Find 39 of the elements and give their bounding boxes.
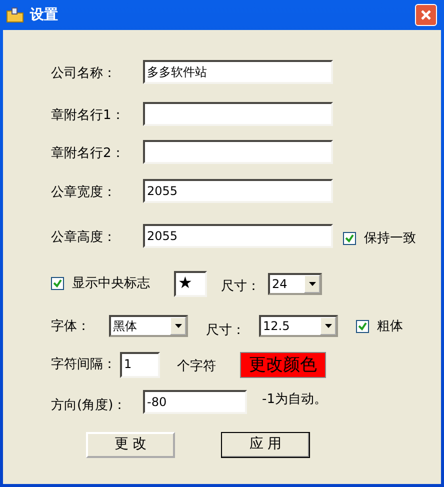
checkbox-label: 粗体 xyxy=(377,318,403,336)
checkbox[interactable] xyxy=(356,320,369,333)
field-label: 公司名称： xyxy=(51,65,117,84)
input-field[interactable]: 多多软件站 xyxy=(143,60,333,84)
font-label: 字体： xyxy=(51,318,91,336)
input-field[interactable] xyxy=(143,102,333,126)
spacing-label: 字符间隔： xyxy=(51,356,116,374)
input-field[interactable]: 2055 xyxy=(143,224,333,248)
close-button[interactable] xyxy=(415,4,437,26)
symbol-field[interactable]: ★ xyxy=(174,270,207,296)
unit-label: 个字符 xyxy=(177,358,216,376)
color-button[interactable]: 更改颜色 xyxy=(240,352,326,378)
field-label: 章附名行1： xyxy=(51,107,126,126)
close-icon xyxy=(420,9,432,21)
dialog-button[interactable]: 应 用 xyxy=(221,432,310,458)
dialog-button[interactable]: 更 改 xyxy=(86,432,175,458)
input-field[interactable] xyxy=(143,140,333,164)
caret-icon xyxy=(174,324,182,328)
caret-icon xyxy=(308,282,316,286)
dropdown[interactable]: 黑体 xyxy=(109,315,188,338)
size-label: 尺寸： xyxy=(206,322,245,340)
input-field[interactable]: 2055 xyxy=(143,179,333,203)
checkbox-label: 显示中央标志 xyxy=(72,274,150,293)
dropdown[interactable]: 24 xyxy=(268,272,322,294)
field-label: 公章宽度： xyxy=(51,184,117,202)
hint-text: -1为自动。 xyxy=(262,391,327,409)
folder-icon xyxy=(6,7,24,23)
checkbox[interactable] xyxy=(51,277,64,290)
checkbox-label: 保持一致 xyxy=(364,230,416,248)
direction-label: 方向(角度)： xyxy=(51,397,128,415)
input-field[interactable]: -80 xyxy=(143,390,247,414)
dropdown[interactable]: 12.5 xyxy=(259,315,338,338)
caret-icon xyxy=(324,324,332,328)
input-field[interactable]: 1 xyxy=(120,352,160,378)
checkbox[interactable] xyxy=(343,232,356,246)
field-label: 章附名行2： xyxy=(51,145,126,164)
field-label: 公章高度： xyxy=(51,229,117,247)
size-label: 尺寸： xyxy=(221,278,260,296)
window-title: 设置 xyxy=(30,6,58,24)
